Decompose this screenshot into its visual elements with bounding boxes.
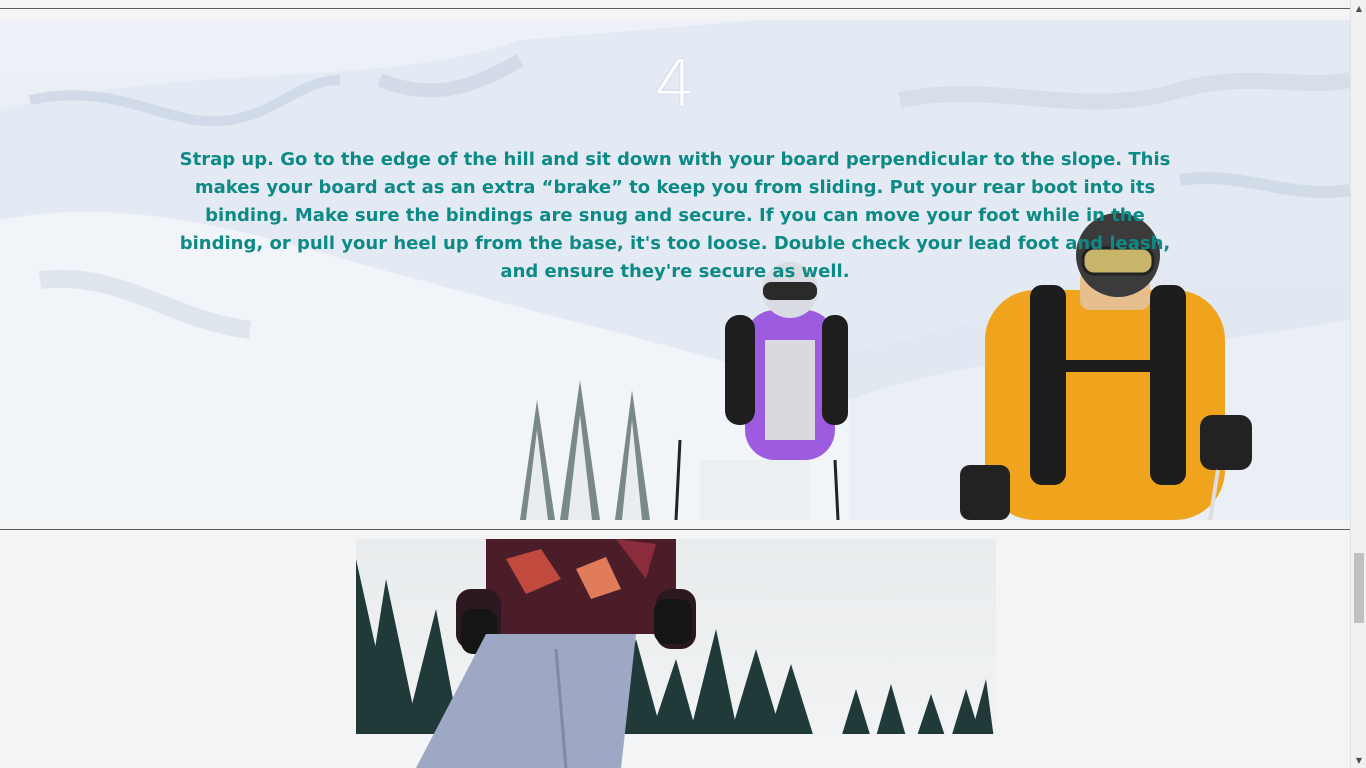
top-divider [0, 8, 1350, 9]
page-content: 4 Strap up. Go to the edge of the hill a… [0, 0, 1350, 768]
step-description: Strap up. Go to the edge of the hill and… [179, 149, 1171, 282]
vertical-scrollbar[interactable]: ▲ ▼ [1350, 0, 1366, 768]
snowboarder-photo [356, 539, 996, 768]
scroll-down-icon[interactable]: ▼ [1351, 752, 1366, 768]
section-divider [0, 529, 1350, 530]
scroll-up-icon[interactable]: ▲ [1351, 0, 1366, 16]
step-hero-section: 4 Strap up. Go to the edge of the hill a… [0, 20, 1350, 520]
scroll-thumb[interactable] [1354, 553, 1364, 623]
step-number: 4 [654, 48, 696, 122]
snowboarder-image [356, 539, 996, 768]
